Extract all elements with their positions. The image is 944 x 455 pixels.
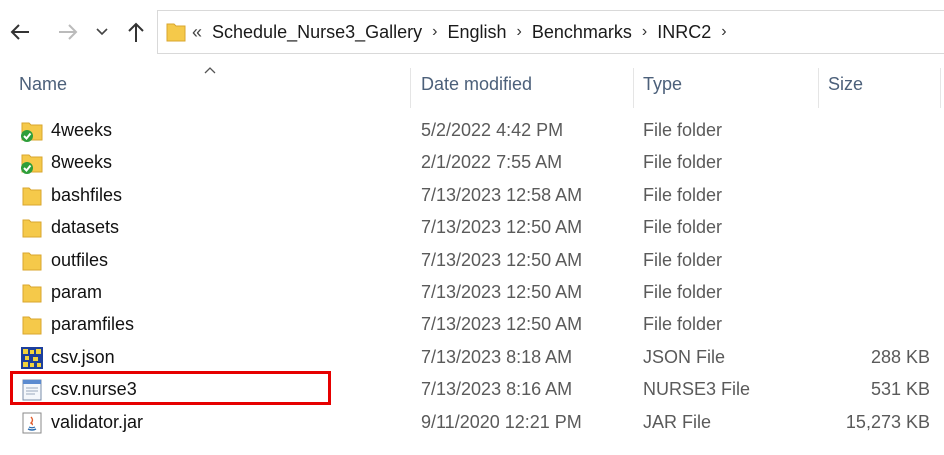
file-row-bashfiles[interactable]: bashfiles 7/13/2023 12:58 AM File folder [0,179,944,211]
file-date: 7/13/2023 8:16 AM [421,379,573,400]
file-type: File folder [643,314,723,335]
file-name[interactable]: datasets [51,217,119,238]
file-date: 7/13/2023 12:58 AM [421,184,583,205]
file-date: 2/1/2022 7:55 AM [421,152,563,173]
file-row-8weeks[interactable]: 8weeks 2/1/2022 7:55 AM File folder [0,146,944,178]
file-row-outfiles[interactable]: outfiles 7/13/2023 12:50 AM File folder [0,244,944,276]
chevron-right-icon[interactable]: › [517,23,522,41]
file-date: 5/2/2022 4:42 PM [421,120,564,140]
up-button[interactable] [124,20,148,44]
file-date: 9/11/2020 12:21 PM [421,411,582,432]
file-type: File folder [643,281,723,302]
column-header-name[interactable]: Name [19,74,67,95]
column-divider[interactable] [940,68,941,108]
breadcrumb-item-english[interactable]: English [447,22,506,43]
java-jar-icon [22,412,42,434]
breadcrumb-item-inrc2[interactable]: INRC2 [657,22,711,43]
arrow-up-icon [128,22,144,42]
column-divider[interactable] [818,68,819,108]
back-button[interactable] [8,20,32,44]
file-date: 7/13/2023 12:50 AM [421,314,583,335]
chevron-right-icon[interactable]: › [642,23,647,41]
file-name[interactable]: param [51,282,102,303]
file-type: File folder [643,152,723,173]
file-row-param[interactable]: param 7/13/2023 12:50 AM File folder [0,276,944,308]
file-name[interactable]: outfiles [51,250,108,271]
file-name[interactable]: 8weeks [51,152,112,173]
file-row-4weeks[interactable]: 4weeks 5/2/2022 4:42 PM File folder [0,114,944,146]
arrow-right-icon [59,24,78,40]
file-size: 15,273 KB [845,411,930,432]
file-name[interactable]: validator.jar [51,412,143,433]
file-name[interactable]: csv.json [51,347,115,368]
breadcrumb-overflow[interactable]: « [192,22,202,43]
file-size: 288 KB [870,346,930,367]
chevron-right-icon[interactable]: › [432,23,437,41]
file-size: 531 KB [870,379,930,400]
breadcrumb-item-schedule-nurse3-gallery[interactable]: Schedule_Nurse3_Gallery [212,22,422,43]
file-date: 7/13/2023 12:50 AM [421,249,583,270]
file-type: NURSE3 File [643,379,751,400]
synced-folder-icon [21,122,43,142]
file-type: JAR File [643,411,712,432]
file-row-csv-json[interactable]: csv.json 7/13/2023 8:18 AM JSON File 288… [0,341,944,373]
file-name[interactable]: 4weeks [51,120,112,141]
arrow-left-icon [10,24,29,40]
json-file-icon [21,346,43,369]
file-date: 7/13/2023 12:50 AM [421,281,583,302]
breadcrumb-item-benchmarks[interactable]: Benchmarks [532,22,632,43]
chevron-right-icon[interactable]: › [721,23,726,41]
file-row-paramfiles[interactable]: paramfiles 7/13/2023 12:50 AM File folde… [0,308,944,340]
file-type: File folder [643,120,723,140]
folder-icon [166,23,186,42]
column-header-date-modified[interactable]: Date modified [421,74,532,95]
column-header-row: Name Date modified Type Size [0,64,944,108]
recent-locations-button[interactable] [92,20,112,44]
file-type: File folder [643,217,723,238]
highlight-box [10,371,331,405]
column-header-size[interactable]: Size [828,74,863,95]
folder-icon [22,284,42,303]
column-header-type[interactable]: Type [643,74,682,95]
breadcrumb: « Schedule_Nurse3_Gallery › English › Be… [192,22,737,43]
file-type: JSON File [643,346,726,367]
column-divider[interactable] [410,68,411,108]
file-row-datasets[interactable]: datasets 7/13/2023 12:50 AM File folder [0,211,944,243]
folder-icon [22,316,42,335]
file-type: File folder [643,249,723,270]
file-name[interactable]: bashfiles [51,185,122,206]
chevron-down-icon [96,28,108,36]
synced-folder-icon [21,154,43,175]
column-divider[interactable] [633,68,634,108]
folder-icon [22,187,42,206]
address-bar[interactable]: « Schedule_Nurse3_Gallery › English › Be… [157,10,944,54]
folder-icon [22,219,42,238]
file-date: 7/13/2023 12:50 AM [421,217,583,238]
folder-icon [22,252,42,271]
navigation-bar: « Schedule_Nurse3_Gallery › English › Be… [0,0,944,64]
file-type: File folder [643,184,723,205]
file-name[interactable]: paramfiles [51,314,134,335]
file-row-validator-jar[interactable]: validator.jar 9/11/2020 12:21 PM JAR Fil… [0,406,944,438]
file-date: 7/13/2023 8:18 AM [421,346,573,367]
forward-button[interactable] [56,20,80,44]
